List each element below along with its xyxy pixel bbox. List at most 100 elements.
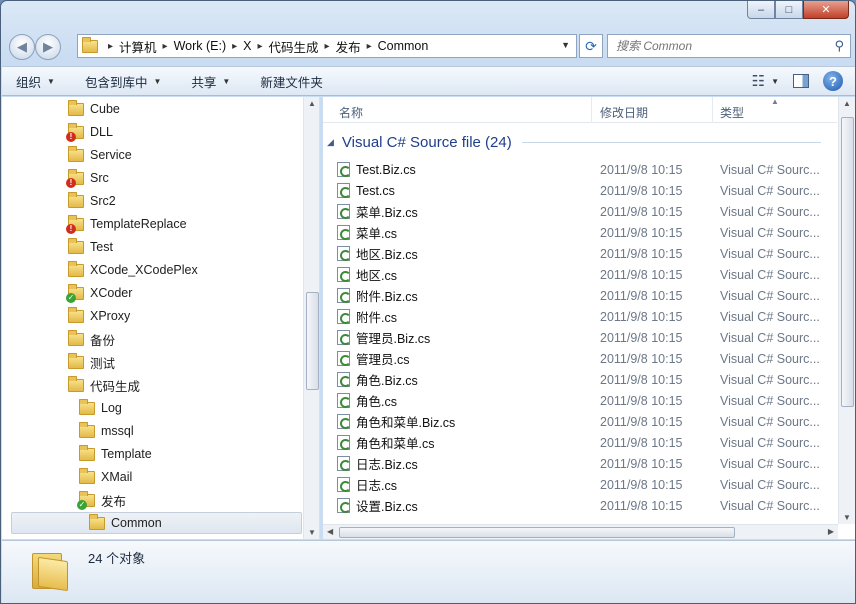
- folder-icon: [79, 398, 95, 415]
- column-divider[interactable]: [712, 97, 713, 123]
- help-icon[interactable]: ?: [823, 71, 843, 91]
- file-row[interactable]: 管理员.cs 2011/9/8 10:15 Visual C# Sourc...: [337, 348, 837, 369]
- scrollbar-thumb[interactable]: [339, 527, 735, 538]
- tree-item-codegen[interactable]: 代码生成: [68, 374, 140, 396]
- file-name: 管理员.cs: [356, 353, 410, 367]
- file-list-horizontal-scrollbar[interactable]: ◀ ▶: [323, 524, 838, 539]
- tree-item-cube[interactable]: Cube: [68, 98, 120, 120]
- collapse-triangle-icon[interactable]: ◢: [327, 137, 334, 148]
- new-folder-button[interactable]: 新建文件夹: [260, 72, 323, 91]
- chevron-down-icon[interactable]: ▼: [771, 77, 779, 86]
- file-row[interactable]: 角色.cs 2011/9/8 10:15 Visual C# Sourc...: [337, 390, 837, 411]
- tree-item-xcoder[interactable]: ✓ XCoder: [66, 282, 132, 304]
- address-bar[interactable]: ▸ 计算机 ▸ Work (E:) ▸ X ▸ 代码生成 ▸ 发布 ▸ Comm…: [77, 34, 577, 58]
- close-button[interactable]: ✕: [803, 1, 849, 19]
- tree-item-publish[interactable]: ✓ 发布: [77, 489, 126, 511]
- file-row[interactable]: 角色.Biz.cs 2011/9/8 10:15 Visual C# Sourc..…: [337, 369, 837, 390]
- file-row[interactable]: 日志.cs 2011/9/8 10:15 Visual C# Sourc...: [337, 474, 837, 495]
- file-row[interactable]: 附件.cs 2011/9/8 10:15 Visual C# Sourc...: [337, 306, 837, 327]
- preview-pane-icon[interactable]: [793, 74, 809, 88]
- file-row[interactable]: Test.cs 2011/9/8 10:15 Visual C# Sourc...: [337, 180, 837, 201]
- file-name: 角色和菜单.cs: [356, 437, 435, 451]
- file-row[interactable]: 菜单.Biz.cs 2011/9/8 10:15 Visual C# Sourc..…: [337, 201, 837, 222]
- column-type[interactable]: 类型: [720, 104, 744, 121]
- share-menu[interactable]: 共享 ▼: [191, 72, 230, 91]
- breadcrumb-publish[interactable]: 发布: [336, 37, 361, 56]
- tree-item-xproxy[interactable]: XProxy: [68, 305, 130, 327]
- back-button[interactable]: ◀: [9, 34, 35, 60]
- include-library-menu[interactable]: 包含到库中 ▼: [85, 72, 161, 91]
- file-row[interactable]: 地区.cs 2011/9/8 10:15 Visual C# Sourc...: [337, 264, 837, 285]
- csharp-file-icon: [337, 435, 351, 450]
- tree-item-templatereplace[interactable]: ! TemplateReplace: [66, 213, 187, 235]
- search-icon[interactable]: ⚲: [834, 38, 844, 54]
- tree-item-service[interactable]: Service: [68, 144, 132, 166]
- scroll-left-icon[interactable]: ◀: [327, 527, 333, 536]
- breadcrumb-work-drive[interactable]: Work (E:): [174, 39, 227, 53]
- file-row[interactable]: 菜单.cs 2011/9/8 10:15 Visual C# Sourc...: [337, 222, 837, 243]
- tree-item-src2[interactable]: Src2: [68, 190, 116, 212]
- tree-item-backup[interactable]: 备份: [68, 328, 115, 350]
- tree-item-label: Service: [90, 148, 132, 162]
- scrollbar-thumb[interactable]: [841, 117, 854, 407]
- file-date: 2011/9/8 10:15: [600, 393, 683, 408]
- folder-icon: [32, 549, 68, 592]
- file-name: 菜单.Biz.cs: [356, 206, 418, 220]
- refresh-button[interactable]: ⟳: [579, 34, 603, 58]
- tree-item-common[interactable]: Common: [11, 512, 302, 534]
- column-name[interactable]: 名称: [339, 104, 363, 121]
- file-row[interactable]: 附件.Biz.cs 2011/9/8 10:15 Visual C# Sourc..…: [337, 285, 837, 306]
- tree-item-mssql[interactable]: mssql: [79, 420, 134, 442]
- tree-item-test[interactable]: Test: [68, 236, 113, 258]
- file-type: Visual C# Sourc...: [720, 351, 820, 366]
- breadcrumb-common[interactable]: Common: [378, 39, 429, 53]
- file-row[interactable]: 地区.Biz.cs 2011/9/8 10:15 Visual C# Sourc..…: [337, 243, 837, 264]
- tree-item-dll[interactable]: ! DLL: [66, 121, 113, 143]
- file-row[interactable]: 角色和菜单.Biz.cs 2011/9/8 10:15 Visual C# Sour…: [337, 411, 837, 432]
- scroll-down-icon[interactable]: ▼: [843, 513, 851, 522]
- maximize-button[interactable]: □: [775, 1, 803, 19]
- scroll-down-icon[interactable]: ▼: [308, 528, 316, 537]
- file-row[interactable]: 角色和菜单.cs 2011/9/8 10:15 Visual C# Sourc...: [337, 432, 837, 453]
- breadcrumb-codegen[interactable]: 代码生成: [269, 37, 319, 56]
- search-box[interactable]: ⚲: [607, 34, 851, 58]
- tree-item-label: Src: [90, 171, 109, 185]
- navigation-scrollbar[interactable]: ▲ ▼: [303, 97, 319, 539]
- search-input[interactable]: [616, 39, 826, 53]
- scroll-up-icon[interactable]: ▲: [843, 99, 851, 108]
- file-date: 2011/9/8 10:15: [600, 435, 683, 450]
- breadcrumb-x[interactable]: X: [243, 39, 251, 53]
- explorer-window: ‒ □ ✕ ◀ ▶ ▸ 计算机 ▸ Work (E:) ▸ X ▸ 代码生成 ▸…: [0, 0, 856, 604]
- organize-menu[interactable]: 组织 ▼: [16, 72, 55, 91]
- tree-item-log[interactable]: Log: [79, 397, 122, 419]
- address-dropdown-icon[interactable]: ▼: [561, 40, 570, 50]
- file-date: 2011/9/8 10:15: [600, 477, 683, 492]
- column-modified[interactable]: 修改日期: [600, 104, 648, 121]
- tree-item-label: mssql: [101, 424, 134, 438]
- breadcrumb-computer[interactable]: 计算机: [119, 37, 157, 56]
- scroll-up-icon[interactable]: ▲: [308, 99, 316, 108]
- csharp-file-icon: [337, 267, 351, 282]
- details-pane: 24 个对象: [2, 540, 855, 603]
- file-name: 日志.cs: [356, 479, 397, 493]
- tree-item-xcode-xcodeplex[interactable]: XCode_XCodePlex: [68, 259, 198, 281]
- file-group-header[interactable]: ◢ Visual C# Source file (24): [327, 134, 821, 151]
- file-list-vertical-scrollbar[interactable]: ▲ ▼: [838, 97, 855, 524]
- scrollbar-thumb[interactable]: [306, 292, 319, 390]
- scroll-right-icon[interactable]: ▶: [828, 527, 834, 536]
- tree-item-xmail[interactable]: XMail: [79, 466, 132, 488]
- file-row[interactable]: 管理员.Biz.cs 2011/9/8 10:15 Visual C# Sourc.…: [337, 327, 837, 348]
- file-row[interactable]: Test.Biz.cs 2011/9/8 10:15 Visual C# Sourc…: [337, 159, 837, 180]
- file-row[interactable]: 设置.Biz.cs 2011/9/8 10:15 Visual C# Sourc..…: [337, 495, 837, 516]
- tree-item-testing[interactable]: 测试: [68, 351, 115, 373]
- tree-item-label: Src2: [90, 194, 116, 208]
- column-divider[interactable]: [591, 97, 592, 123]
- tree-item-src[interactable]: ! Src: [66, 167, 109, 189]
- minimize-button[interactable]: ‒: [747, 1, 775, 19]
- forward-button[interactable]: ▶: [35, 34, 61, 60]
- folder-icon: [79, 467, 95, 484]
- file-row[interactable]: 日志.Biz.cs 2011/9/8 10:15 Visual C# Sourc..…: [337, 453, 837, 474]
- view-options-icon[interactable]: ☷: [752, 72, 765, 90]
- file-type: Visual C# Sourc...: [720, 414, 820, 429]
- tree-item-template[interactable]: Template: [79, 443, 152, 465]
